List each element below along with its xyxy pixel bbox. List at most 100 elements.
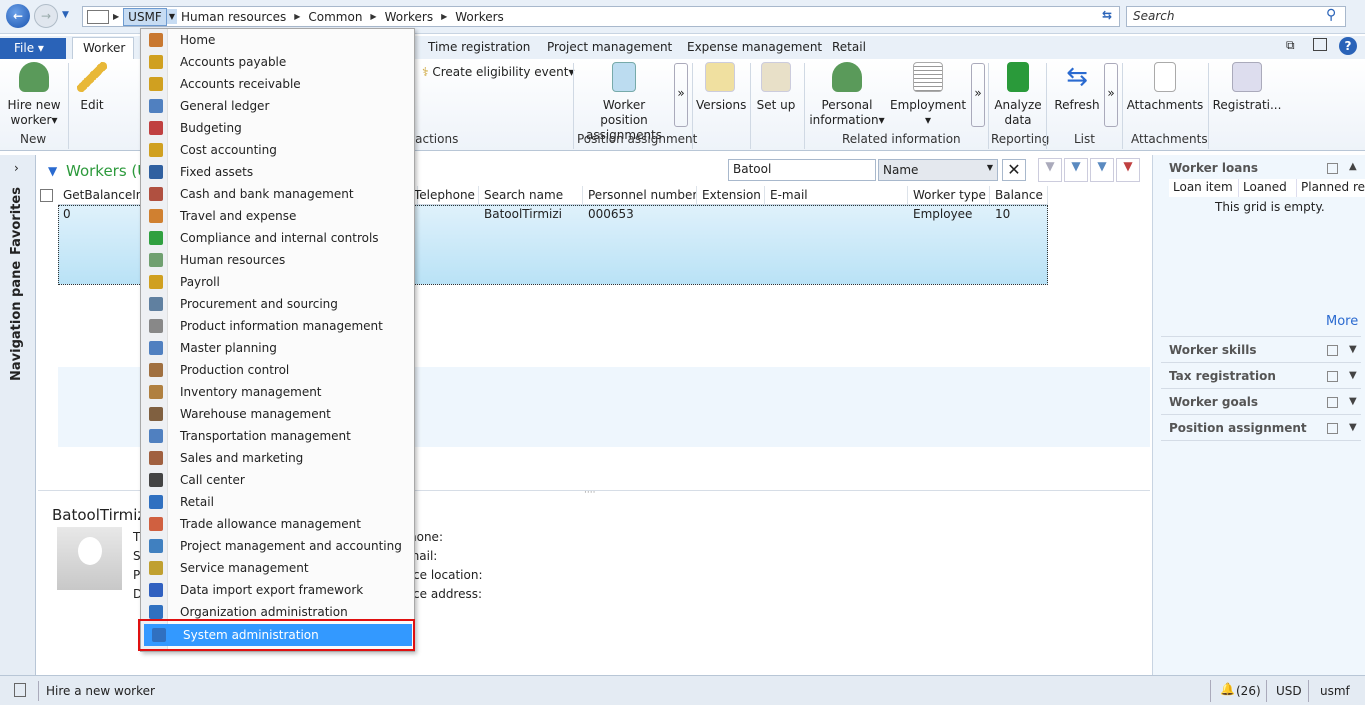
menu-item-compliance-and-internal-controls[interactable]: Compliance and internal controls	[141, 227, 414, 249]
refresh-icon[interactable]: ⇆	[1102, 8, 1112, 22]
attachments-button[interactable]: Attachments	[1126, 59, 1204, 113]
edit-button[interactable]: Edit	[72, 59, 112, 113]
expand-icon[interactable]: ▼	[1349, 396, 1357, 407]
setup-button[interactable]: Set up	[754, 59, 798, 113]
quick-filter-input[interactable]: Batool	[728, 159, 876, 181]
column-header[interactable]: E-mail	[765, 186, 908, 205]
menu-item-cash-and-bank-management[interactable]: Cash and bank management	[141, 183, 414, 205]
column-header[interactable]: Balance	[990, 186, 1048, 205]
bell-icon[interactable]: 🔔	[1220, 682, 1235, 696]
open-icon[interactable]	[1327, 397, 1338, 408]
filter-by-grid-icon[interactable]: ▼	[1064, 158, 1088, 182]
registration-button[interactable]: Registrati...	[1212, 59, 1282, 113]
tab-retail[interactable]: Retail	[832, 40, 866, 54]
factbox-title[interactable]: Worker loans	[1169, 161, 1258, 175]
breadcrumb-item[interactable]: Workers	[381, 10, 438, 24]
clear-filter-icon[interactable]: ✕	[1002, 159, 1026, 181]
menu-item-master-planning[interactable]: Master planning	[141, 337, 414, 359]
menu-item-production-control[interactable]: Production control	[141, 359, 414, 381]
menu-item-cost-accounting[interactable]: Cost accounting	[141, 139, 414, 161]
menu-item-procurement-and-sourcing[interactable]: Procurement and sourcing	[141, 293, 414, 315]
company[interactable]: usmf	[1320, 684, 1350, 698]
splitter-handle[interactable]: ····	[584, 488, 595, 498]
favorites-tab[interactable]: Favorites	[9, 187, 24, 255]
menu-item-product-information-management[interactable]: Product information management	[141, 315, 414, 337]
menu-item-service-management[interactable]: Service management	[141, 557, 414, 579]
menu-item-trade-allowance-management[interactable]: Trade allowance management	[141, 513, 414, 535]
tab-file[interactable]: File ▾	[0, 38, 66, 59]
menu-item-data-import-export-framework[interactable]: Data import export framework	[141, 579, 414, 601]
open-icon[interactable]	[1327, 371, 1338, 382]
factbox-title[interactable]: Tax registration	[1169, 369, 1276, 383]
menu-item-travel-and-expense[interactable]: Travel and expense	[141, 205, 414, 227]
menu-item-accounts-payable[interactable]: Accounts payable	[141, 51, 414, 73]
column-header[interactable]: Loan item	[1169, 179, 1239, 197]
filter-icon[interactable]: ▼	[1038, 158, 1062, 182]
column-header[interactable]: Extension	[697, 186, 765, 205]
alerts-count[interactable]: (26)	[1236, 684, 1261, 698]
menu-item-fixed-assets[interactable]: Fixed assets	[141, 161, 414, 183]
filter-field-select[interactable]: Name ▼	[878, 159, 998, 181]
window-icon[interactable]	[1313, 38, 1327, 51]
tab-time-registration[interactable]: Time registration	[428, 40, 530, 54]
expand-button[interactable]: »	[1104, 63, 1118, 127]
menu-item-budgeting[interactable]: Budgeting	[141, 117, 414, 139]
factbox-title[interactable]: Worker skills	[1169, 343, 1256, 357]
more-link[interactable]: More	[1326, 314, 1358, 329]
menu-item-inventory-management[interactable]: Inventory management	[141, 381, 414, 403]
expand-button[interactable]: »	[971, 63, 985, 127]
search-icon[interactable]: ⚲	[1326, 7, 1336, 23]
menu-item-project-management-and-accounting[interactable]: Project management and accounting	[141, 535, 414, 557]
help-icon[interactable]: ?	[1339, 37, 1357, 55]
menu-item-transportation-management[interactable]: Transportation management	[141, 425, 414, 447]
menu-item-call-center[interactable]: Call center	[141, 469, 414, 491]
create-eligibility-event-button[interactable]: ⚕ Create eligibility event▾	[422, 65, 574, 80]
employment-button[interactable]: Employment ▾	[890, 59, 966, 128]
breadcrumb-item[interactable]: Common	[304, 10, 366, 24]
company-dropdown-icon[interactable]: ▼	[166, 9, 177, 24]
menu-item-accounts-receivable[interactable]: Accounts receivable	[141, 73, 414, 95]
column-header[interactable]: Loaned	[1239, 179, 1297, 197]
select-all-checkbox[interactable]	[40, 189, 53, 202]
column-header[interactable]: Personnel number	[583, 186, 697, 205]
factbox-title[interactable]: Worker goals	[1169, 395, 1258, 409]
navigation-pane[interactable]: › Favorites Navigation pane	[0, 155, 36, 675]
advanced-filter-icon[interactable]: ▼	[1090, 158, 1114, 182]
open-icon[interactable]	[1327, 423, 1338, 434]
tab-project-management[interactable]: Project management	[547, 40, 672, 54]
expand-icon[interactable]: ▼	[1349, 344, 1357, 355]
history-dropdown-icon[interactable]: ▼	[62, 10, 69, 20]
expand-icon[interactable]: ▼	[1349, 370, 1357, 381]
open-icon[interactable]	[1327, 345, 1338, 356]
menu-item-sales-and-marketing[interactable]: Sales and marketing	[141, 447, 414, 469]
forward-arrow-icon[interactable]: →	[34, 4, 58, 28]
breadcrumb-item[interactable]: Workers	[451, 10, 508, 24]
collapse-icon[interactable]: ▲	[1349, 161, 1357, 172]
menu-item-home[interactable]: Home	[141, 29, 414, 51]
navigation-pane-tab[interactable]: Navigation pane	[9, 261, 24, 381]
breadcrumb-item[interactable]: Human resources	[177, 10, 290, 24]
expand-icon[interactable]: ▼	[1349, 422, 1357, 433]
expand-button[interactable]: »	[674, 63, 688, 127]
menu-item-payroll[interactable]: Payroll	[141, 271, 414, 293]
personal-information-button[interactable]: Personal information▾	[808, 59, 886, 128]
back-arrow-icon[interactable]: ←	[6, 4, 30, 28]
menu-item-retail[interactable]: Retail	[141, 491, 414, 513]
factbox-title[interactable]: Position assignment	[1169, 421, 1307, 435]
address-bar[interactable]: ▶ USMF ▼ Human resources ▶ Common ▶ Worker…	[82, 6, 1120, 27]
layout-icon[interactable]: ⧉	[1286, 38, 1295, 53]
currency[interactable]: USD	[1276, 684, 1302, 698]
tab-worker[interactable]: Worker	[72, 37, 134, 60]
column-header[interactable]: Worker type	[908, 186, 990, 205]
hire-new-worker-button[interactable]: Hire new worker▾	[4, 59, 64, 128]
column-header[interactable]: Search name	[479, 186, 583, 205]
search-input[interactable]: Search	[1126, 6, 1346, 27]
menu-item-warehouse-management[interactable]: Warehouse management	[141, 403, 414, 425]
remove-filter-icon[interactable]: ▼	[1116, 158, 1140, 182]
column-header[interactable]: Planned re	[1297, 179, 1365, 197]
company-selector[interactable]: USMF	[123, 7, 167, 26]
analyze-data-button[interactable]: Analyze data	[992, 59, 1044, 128]
worker-position-assignments-button[interactable]: Worker position assignments	[578, 59, 670, 143]
expand-chevron-icon[interactable]: ›	[14, 161, 19, 175]
open-icon[interactable]	[1327, 163, 1338, 174]
